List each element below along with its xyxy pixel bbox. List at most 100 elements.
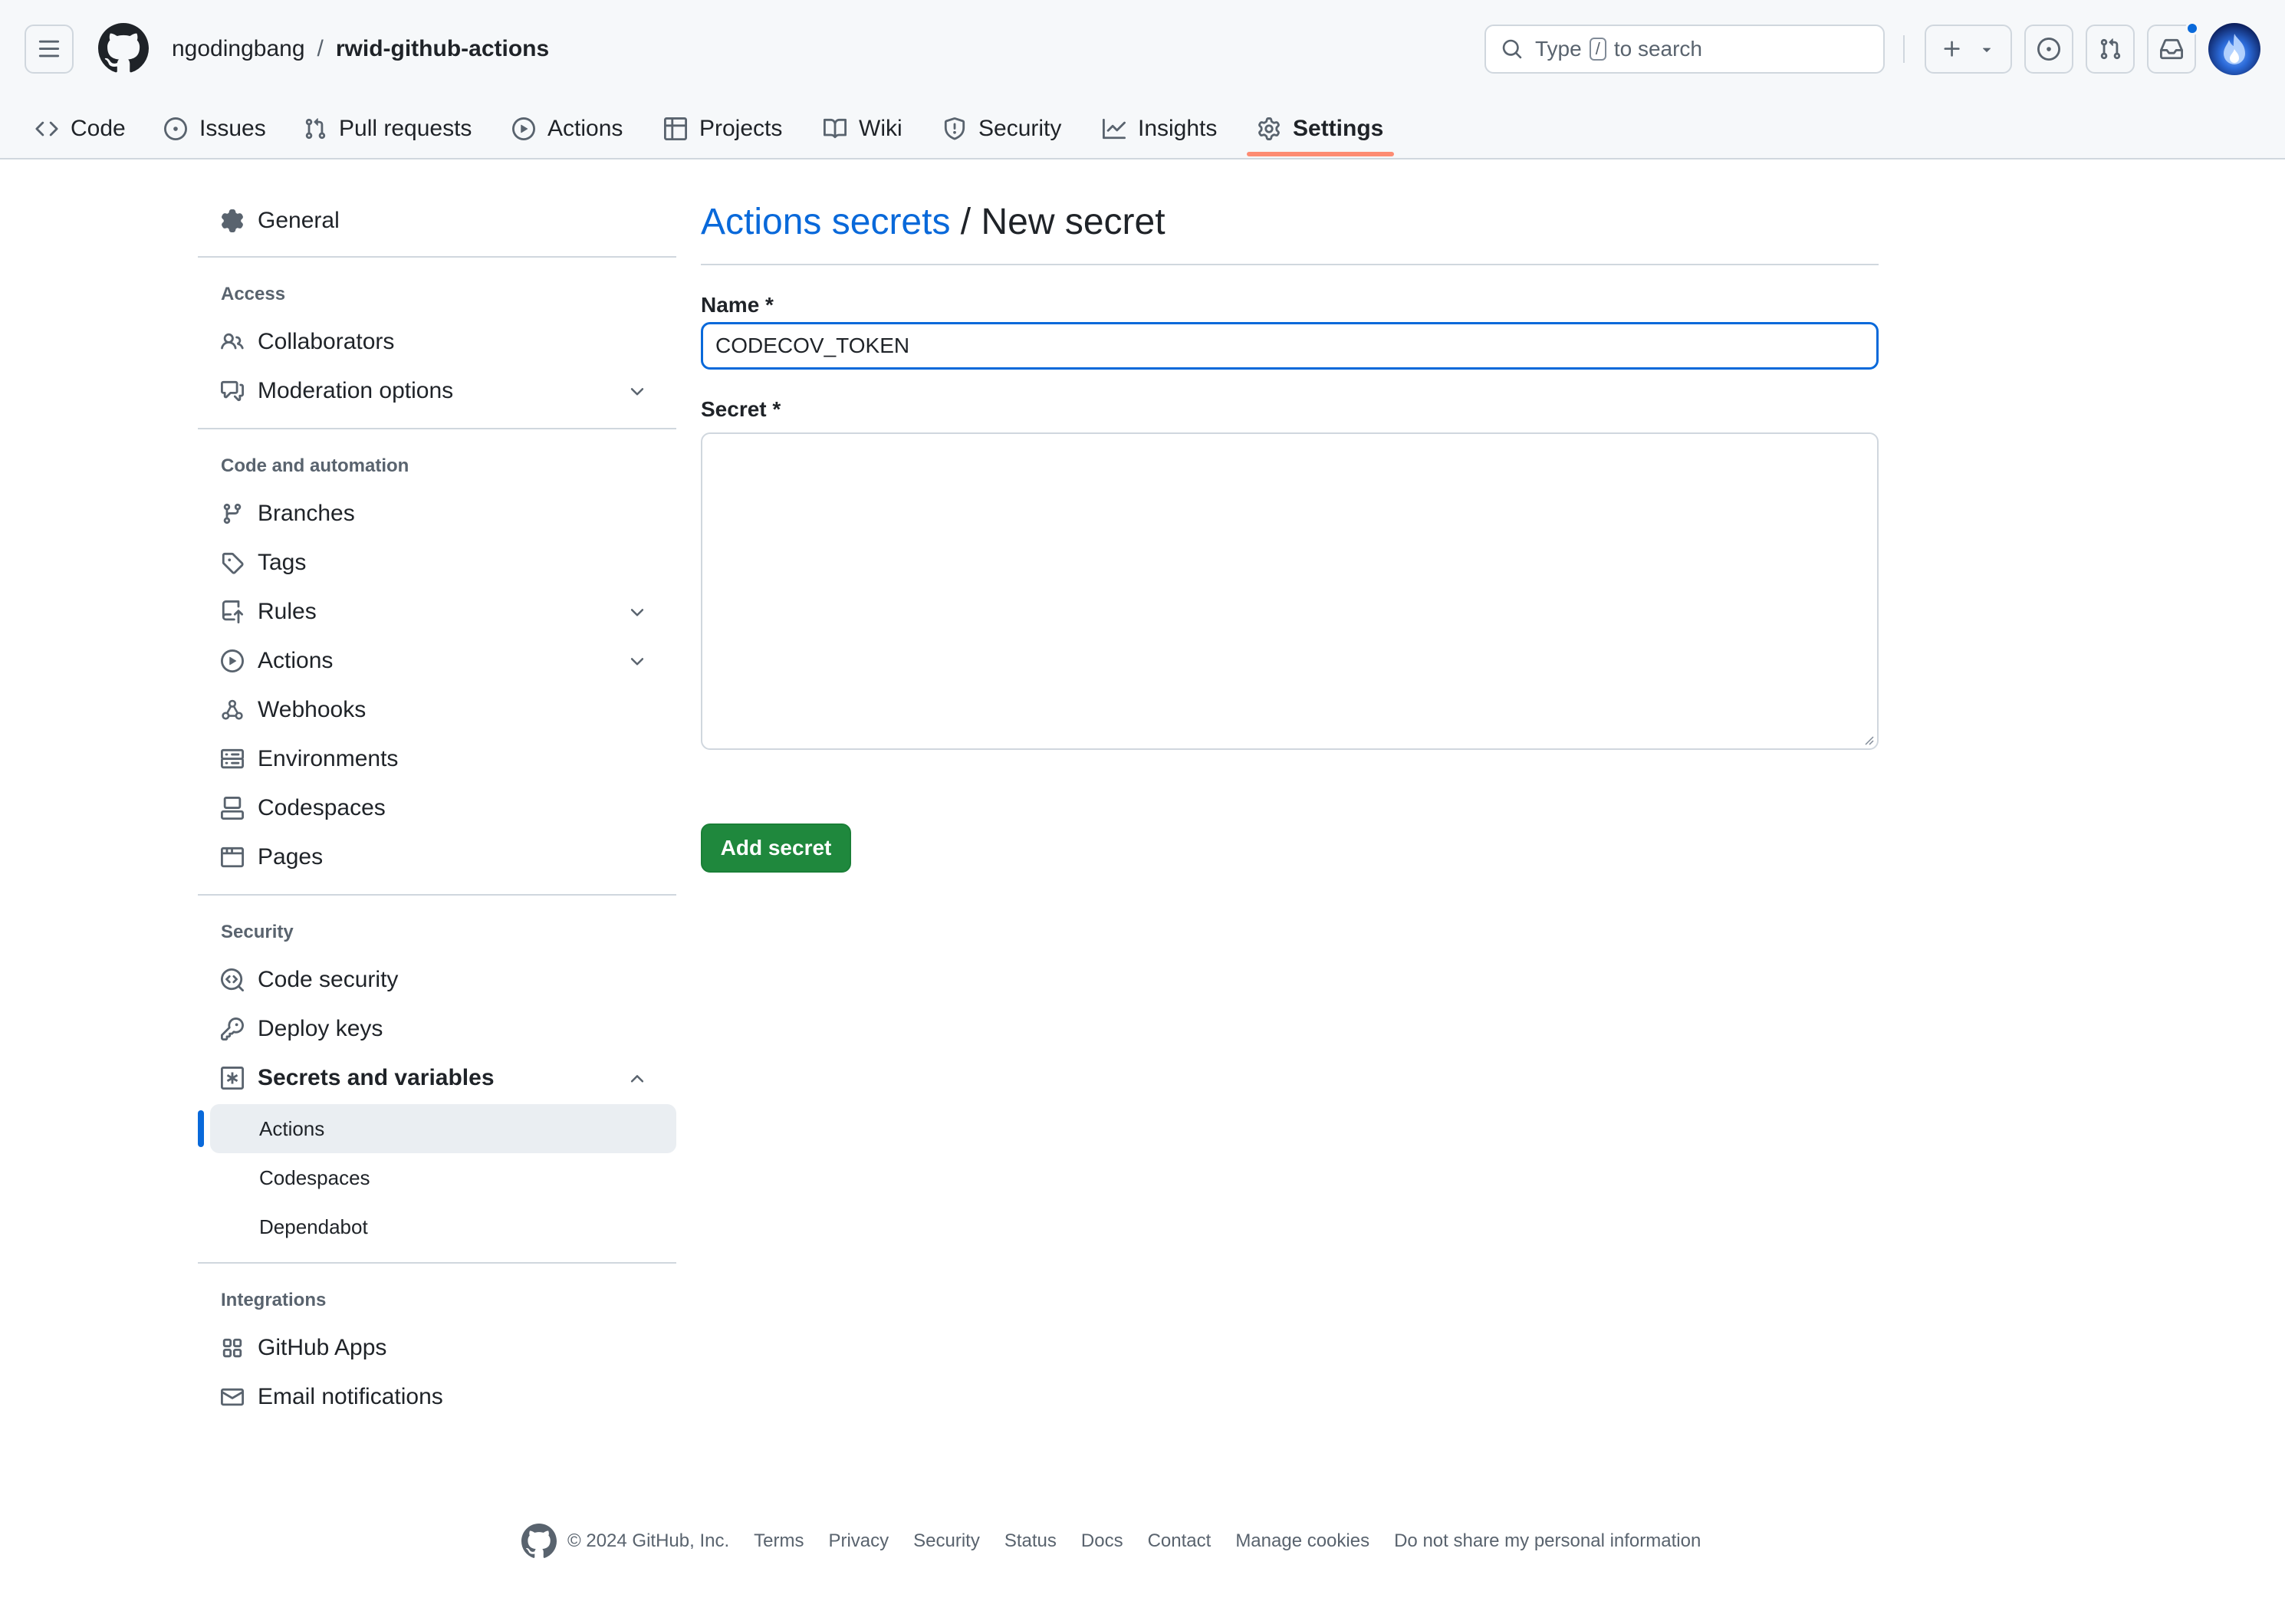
asterisk-box-icon	[221, 1067, 244, 1090]
search-icon	[1502, 39, 1522, 59]
key-icon	[221, 1017, 244, 1040]
owner-link[interactable]: ngodingbang	[172, 36, 305, 62]
issue-icon	[2037, 38, 2060, 61]
sidebar-item-label: Collaborators	[258, 329, 395, 354]
footer-link-terms[interactable]: Terms	[754, 1530, 804, 1552]
menu-button[interactable]	[25, 25, 74, 74]
actions-secrets-link[interactable]: Actions secrets	[701, 202, 950, 242]
tab-label: Code	[71, 116, 126, 141]
github-mark-icon	[98, 23, 149, 73]
sidebar-item-pages[interactable]: Pages	[221, 834, 323, 880]
tab-issues[interactable]: Issues	[164, 98, 266, 159]
hamburger-icon	[38, 40, 60, 58]
git-branch-icon	[223, 503, 242, 524]
sidebar-item-label: Code security	[258, 967, 399, 992]
footer-link-manage-cookies[interactable]: Manage cookies	[1235, 1530, 1369, 1552]
sidebar-divider	[198, 428, 676, 429]
sidebar-item-label: Actions	[258, 648, 334, 673]
breadcrumb-separator: /	[317, 36, 324, 61]
pull-request-icon	[2100, 38, 2121, 60]
footer-link-security[interactable]: Security	[913, 1530, 980, 1552]
title-divider	[701, 264, 1879, 265]
sidebar-subitem-actions[interactable]: Actions	[259, 1106, 324, 1152]
sidebar-item-label: Webhooks	[258, 697, 367, 722]
graph-icon	[1103, 118, 1126, 140]
selected-tab-underline	[1247, 152, 1394, 156]
tab-settings[interactable]: Settings	[1258, 98, 1383, 159]
play-icon	[512, 117, 535, 140]
sidebar-heading-code-automation: Code and automation	[221, 455, 409, 476]
footer: © 2024 GitHub, Inc. Terms Privacy Securi…	[521, 1521, 1701, 1561]
tab-label: Insights	[1138, 116, 1218, 141]
sidebar-item-deploy-keys[interactable]: Deploy keys	[221, 1006, 383, 1052]
comment-discussion-icon	[221, 380, 244, 402]
tab-label: Actions	[547, 116, 623, 141]
pull-requests-button[interactable]	[2086, 25, 2135, 74]
page-title-current: / New secret	[960, 202, 1166, 242]
chevron-down-icon[interactable]	[627, 603, 647, 623]
sidebar-subitem-codespaces[interactable]: Codespaces	[259, 1155, 370, 1201]
tab-insights[interactable]: Insights	[1103, 98, 1217, 159]
sidebar-item-tags[interactable]: Tags	[221, 540, 306, 586]
user-avatar[interactable]	[2208, 23, 2260, 75]
repo-link[interactable]: rwid-github-actions	[336, 36, 549, 62]
mail-icon	[221, 1388, 244, 1406]
tab-code[interactable]: Code	[35, 98, 126, 159]
sidebar-item-environments[interactable]: Environments	[221, 736, 398, 782]
sidebar-item-collaborators[interactable]: Collaborators	[221, 319, 394, 365]
sidebar-subitem-dependabot[interactable]: Dependabot	[259, 1204, 368, 1250]
tab-projects[interactable]: Projects	[664, 98, 782, 159]
add-secret-button[interactable]: Add secret	[701, 824, 851, 873]
table-icon	[664, 117, 687, 140]
tab-security[interactable]: Security	[943, 98, 1061, 159]
sidebar-item-label: Deploy keys	[258, 1016, 383, 1041]
sidebar-item-github-apps[interactable]: GitHub Apps	[221, 1325, 386, 1371]
search-input[interactable]: Type / to search	[1484, 25, 1885, 74]
sidebar-item-webhooks[interactable]: Webhooks	[221, 687, 366, 733]
top-bar: ngodingbang / rwid-github-actions Type /…	[0, 0, 2285, 98]
sidebar-item-secrets-and-variables[interactable]: Secrets and variables	[221, 1055, 495, 1101]
footer-link-do-not-share[interactable]: Do not share my personal information	[1394, 1530, 1701, 1552]
create-new-button[interactable]	[1925, 25, 2012, 74]
sidebar-item-codespaces[interactable]: Codespaces	[221, 785, 386, 831]
sidebar-item-rules[interactable]: Rules	[221, 589, 317, 635]
shield-icon	[944, 117, 965, 140]
sidebar-heading-access: Access	[221, 284, 286, 304]
sidebar-item-moderation-options[interactable]: Moderation options	[221, 368, 453, 414]
footer-link-privacy[interactable]: Privacy	[828, 1530, 889, 1552]
secret-name-input[interactable]	[701, 322, 1879, 370]
sidebar-item-branches[interactable]: Branches	[221, 491, 355, 537]
chevron-up-icon[interactable]	[627, 1069, 647, 1089]
sidebar-item-actions[interactable]: Actions	[221, 638, 333, 684]
chevron-down-icon[interactable]	[627, 382, 647, 402]
chevron-down-icon[interactable]	[627, 652, 647, 672]
sidebar-item-email-notifications[interactable]: Email notifications	[221, 1374, 443, 1420]
tab-pull-requests[interactable]: Pull requests	[304, 98, 472, 159]
sidebar-divider	[198, 894, 676, 896]
sidebar-item-label: Secrets and variables	[258, 1065, 495, 1090]
footer-link-contact[interactable]: Contact	[1148, 1530, 1212, 1552]
issues-button[interactable]	[2024, 25, 2073, 74]
footer-link-status[interactable]: Status	[1004, 1530, 1057, 1552]
repo-tabs: Code Issues Pull requests Actions Projec…	[0, 98, 2285, 159]
sidebar-item-label: Environments	[258, 746, 399, 771]
active-sidebar-item-indicator	[198, 1110, 204, 1147]
sidebar-item-label: General	[258, 208, 340, 233]
notification-indicator	[2185, 21, 2199, 35]
footer-link-docs[interactable]: Docs	[1081, 1530, 1123, 1552]
github-logo[interactable]	[98, 23, 149, 74]
resize-grip-icon[interactable]	[1862, 733, 1874, 745]
sidebar-item-label: Tags	[258, 550, 307, 575]
tab-wiki[interactable]: Wiki	[824, 98, 902, 159]
sidebar-item-code-security[interactable]: Code security	[221, 957, 398, 1003]
search-prefix: Type	[1535, 37, 1582, 61]
sidebar-item-general[interactable]: General	[221, 198, 340, 244]
header-divider	[1903, 35, 1905, 63]
page-title: Actions secrets / New secret	[701, 201, 1166, 243]
secret-value-textarea[interactable]	[701, 432, 1879, 750]
tab-actions[interactable]: Actions	[512, 98, 623, 159]
pull-request-icon	[305, 118, 326, 140]
inbox-icon	[2160, 38, 2183, 60]
github-mark-icon[interactable]	[521, 1524, 557, 1559]
issue-icon	[164, 117, 187, 140]
